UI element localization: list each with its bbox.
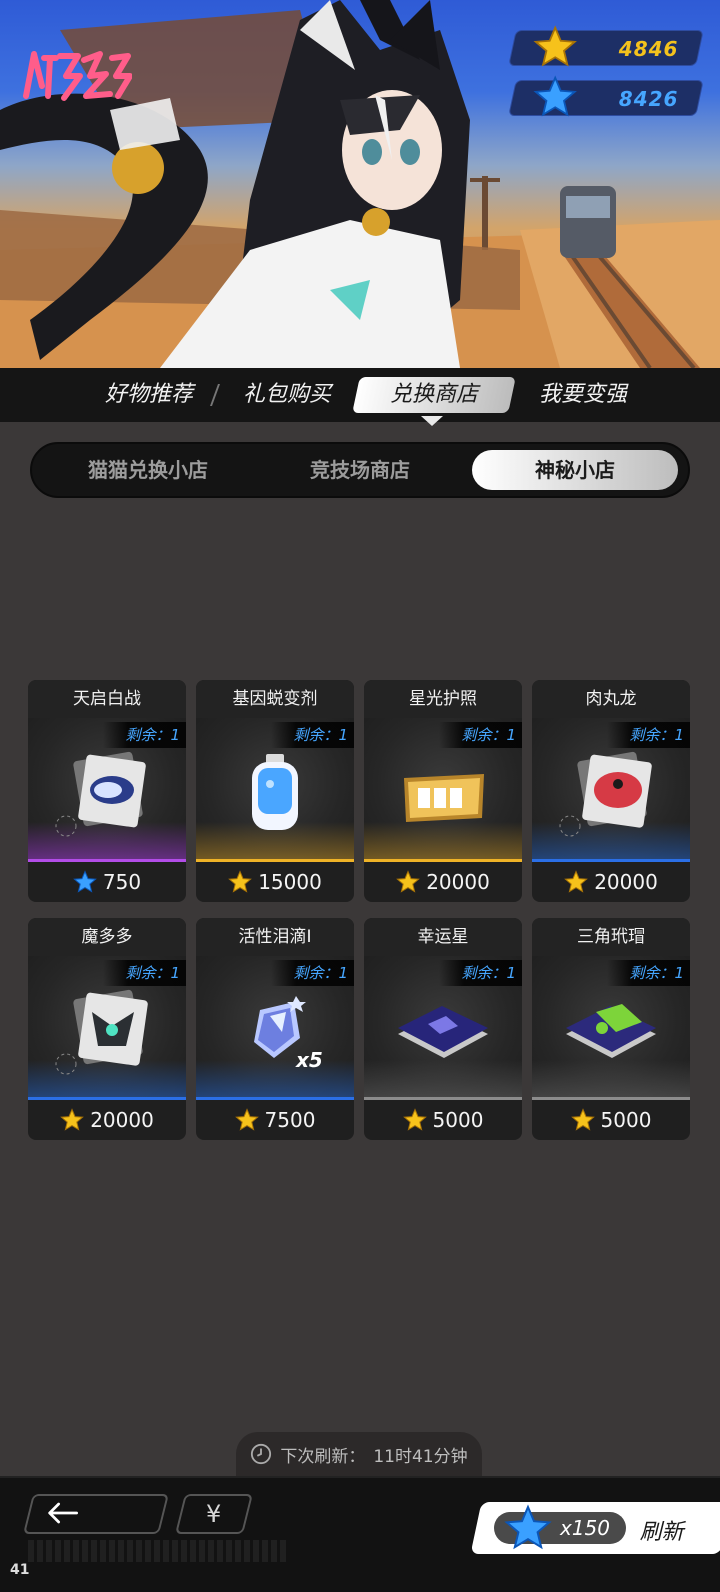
item-name: 魔多多 [28,918,186,956]
item-preview: 剩余：1 [364,718,522,862]
back-button[interactable] [23,1494,169,1534]
item-preview: 剩余：1 [28,718,186,862]
tab-gift-pack[interactable]: 礼包购买 [222,377,352,413]
refresh-timer: 下次刷新： 11时41分钟 [236,1432,482,1476]
sub-tab-bar: 猫猫兑换小店 竞技场商店 神秘小店 [30,442,690,498]
tab-recommend[interactable]: 好物推荐 [84,377,214,413]
item-name: 天启白战 [28,680,186,718]
tab-exchange-shop[interactable]: 兑换商店 [352,377,516,413]
tab-exchange-shop-label: 兑换商店 [389,382,478,407]
shop-item-card[interactable]: 基因蜕变剂 剩余：1 15000 [196,680,354,902]
item-price: 20000 [364,862,522,902]
clock-icon [251,1443,272,1465]
subtab-mystery-shop[interactable]: 神秘小店 [472,450,678,490]
blue-star-icon [533,75,577,117]
item-price-value: 20000 [90,1108,154,1132]
subtab-cat-exchange[interactable]: 猫猫兑换小店 [46,450,250,490]
fps-counter: 41 [10,1562,30,1578]
shop-item-card[interactable]: 幸运星 剩余：1 5000 [364,918,522,1140]
top-tab-bar: 好物推荐 礼包购买 兑换商店 我要变强 [0,368,720,422]
shop-item-card[interactable]: 天启白战 剩余：1 750 [28,680,186,902]
item-price: 20000 [28,1100,186,1140]
item-name: 基因蜕变剂 [196,680,354,718]
item-name: 活性泪滴I [196,918,354,956]
recharge-label: ¥ [206,1500,222,1528]
moduoduo-skin-icon [55,989,148,1075]
tortoiseshell-card-icon [566,1004,656,1058]
item-preview: 剩余：1 [364,956,522,1100]
item-price-value: 7500 [264,1108,316,1132]
blue-currency-display: 8426 [508,75,704,117]
gold-star-icon [564,870,589,893]
refresh-cost: x150 [560,1516,611,1540]
item-name: 星光护照 [364,680,522,718]
gold-star-icon [570,1108,595,1131]
item-price-value: 20000 [426,870,490,894]
star-passport-icon [404,774,484,822]
item-price-value: 20000 [594,870,658,894]
gene-potion-icon [252,754,298,830]
item-price: 20000 [532,862,690,902]
item-preview: 剩余：1 [196,718,354,862]
gold-star-icon [234,1108,259,1131]
item-quantity: x5 [296,1048,323,1072]
subtab-arena-shop[interactable]: 竞技场商店 [258,450,462,490]
lucky-star-card-icon [398,1006,488,1058]
tab-gift-pack-label: 礼包购买 [242,382,331,407]
blue-star-icon [73,870,97,893]
gold-star-icon [60,1108,85,1131]
meatball-dragon-icon [559,751,652,837]
gold-amount: 4846 [619,37,679,61]
gold-currency-display: 4846 [508,25,704,67]
tab-get-stronger[interactable]: 我要变强 [518,377,648,413]
active-tab-indicator [421,416,443,426]
hero-banner: 4846 8426 [0,0,720,368]
shop-item-card[interactable]: 活性泪滴I 剩余：1 x5 7500 [196,918,354,1140]
gold-star-icon [228,870,253,893]
blue-amount: 8426 [619,87,679,111]
item-price: 5000 [532,1100,690,1140]
item-price-value: 15000 [258,870,322,894]
item-price: 15000 [196,862,354,902]
fine-print-text [28,1540,288,1562]
item-price: 7500 [196,1100,354,1140]
item-price-value: 750 [102,870,142,894]
item-name: 三角玳瑁 [532,918,690,956]
refresh-cost-pill: x150 [494,1504,626,1550]
refresh-timer-label: 下次刷新： [280,1446,366,1467]
refresh-button[interactable]: x150 刷新 [470,1502,720,1554]
item-price: 750 [28,862,186,902]
shop-item-card[interactable]: 魔多多 剩余：1 20000 [28,918,186,1140]
bottom-bar: ¥ x150 刷新 [0,1476,720,1592]
item-preview: 剩余：1 x5 [196,956,354,1100]
refresh-label: 刷新 [639,1520,684,1545]
gold-star-icon [533,25,577,67]
refresh-timer-value: 11时41分钟 [373,1446,468,1467]
card-skin-icon [55,751,146,837]
tab-recommend-label: 好物推荐 [104,382,193,407]
item-price: 5000 [364,1100,522,1140]
item-price-value: 5000 [600,1108,652,1132]
item-preview: 剩余：1 [28,956,186,1100]
item-preview: 剩余：1 [532,718,690,862]
shop-item-card[interactable]: 星光护照 剩余：1 20000 [364,680,522,902]
shop-item-card[interactable]: 肉丸龙 剩余：1 20000 [532,680,690,902]
item-name: 肉丸龙 [532,680,690,718]
game-logo-icon [23,51,132,101]
subtab-arena-shop-label: 竞技场商店 [310,458,410,482]
gold-star-icon [402,1108,427,1131]
recharge-button[interactable]: ¥ [175,1494,253,1534]
item-price-value: 5000 [432,1108,484,1132]
blue-star-icon [504,1504,552,1550]
gold-star-icon [396,870,421,893]
subtab-mystery-shop-label: 神秘小店 [535,458,615,482]
shop-item-card[interactable]: 三角玳瑁 剩余：1 5000 [532,918,690,1140]
subtab-cat-exchange-label: 猫猫兑换小店 [88,458,208,482]
back-arrow-icon [48,1502,78,1524]
item-preview: 剩余：1 [532,956,690,1100]
tab-get-stronger-label: 我要变强 [538,382,627,407]
item-name: 幸运星 [364,918,522,956]
